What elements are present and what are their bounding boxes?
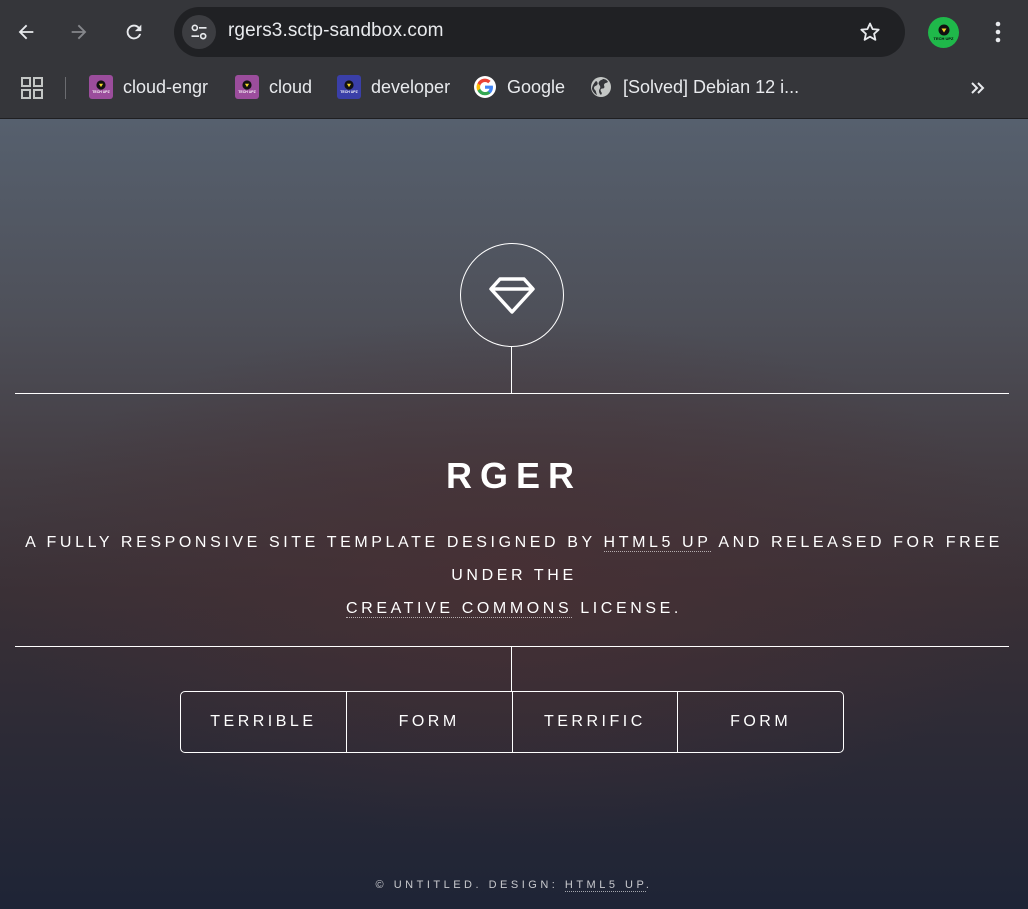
footer-suffix: . xyxy=(645,879,653,891)
bookmark-label: cloud xyxy=(269,76,313,97)
site-description: A fully responsive site template designe… xyxy=(0,526,1028,625)
site-title: RGER xyxy=(445,455,582,496)
page-body: RGER A fully responsive site template de… xyxy=(0,119,1028,909)
bookmark-debian[interactable]: [Solved] Debian 12 i... xyxy=(589,74,799,100)
back-button[interactable] xyxy=(8,14,44,50)
apps-grid-icon xyxy=(21,77,43,99)
apps-button[interactable] xyxy=(20,76,44,100)
favicon-badge-text: TECH UPZ xyxy=(238,90,256,94)
globe-icon xyxy=(591,77,611,97)
bookmark-label: [Solved] Debian 12 i... xyxy=(623,76,800,97)
nav-item-terrible[interactable]: TERRIBLE xyxy=(181,692,347,752)
bookmark-star-button[interactable] xyxy=(857,19,883,45)
reload-icon xyxy=(126,24,142,40)
star-icon xyxy=(860,22,880,41)
shield-logo-icon xyxy=(242,80,252,90)
connector-line xyxy=(511,646,512,691)
nav-item-form[interactable]: FORM xyxy=(347,692,513,752)
address-bar[interactable]: rgers3.sctp-sandbox.com xyxy=(174,7,905,57)
tune-icon xyxy=(191,24,207,40)
reload-button[interactable] xyxy=(116,14,152,50)
footer: © UNTITLED. DESIGN: HTML5 UP. xyxy=(0,879,1028,892)
creative-commons-link[interactable]: Creative Commons xyxy=(346,600,573,618)
divider-line-top xyxy=(15,393,1009,394)
kebab-menu-icon xyxy=(995,21,1001,43)
footer-copyright: © UNTITLED. DESIGN: xyxy=(375,879,565,891)
forward-button[interactable] xyxy=(61,14,97,50)
chevron-double-right-icon xyxy=(971,82,985,94)
arrow-right-icon xyxy=(71,24,87,40)
bookmark-label: Google xyxy=(507,76,566,97)
bookmark-cloud[interactable]: TECH UPZ cloud xyxy=(235,74,312,100)
google-icon xyxy=(474,76,496,98)
techupz-favicon-icon: TECH UPZ xyxy=(337,75,361,99)
diamond-icon xyxy=(489,277,535,314)
profile-avatar-button[interactable]: TECH UPZ xyxy=(928,17,959,48)
bookmarks-divider xyxy=(65,77,66,99)
more-bookmarks-button[interactable] xyxy=(966,76,990,100)
main-nav: TERRIBLE FORM TERRIFIC FORM xyxy=(180,691,844,753)
techupz-favicon-icon: TECH UPZ xyxy=(235,75,259,99)
bookmark-label: developer xyxy=(371,76,451,97)
arrow-left-icon xyxy=(18,24,34,40)
bookmark-cloud-engr[interactable]: TECH UPZ cloud-engr xyxy=(89,74,208,100)
shield-logo-icon xyxy=(344,80,354,90)
profile-badge-text: TECH UPZ xyxy=(933,36,954,41)
bookmarks-bar: TECH UPZ cloud-engr TECH UPZ cloud TECH … xyxy=(0,64,1028,119)
nav-item-terrific[interactable]: TERRIFIC xyxy=(513,692,679,752)
browser-menu-button[interactable] xyxy=(984,17,1012,47)
site-settings-button[interactable] xyxy=(182,15,216,49)
description-prefix: A fully responsive site template designe… xyxy=(25,534,604,551)
shield-logo-icon xyxy=(96,80,106,90)
html5up-link[interactable]: HTML5 UP xyxy=(603,534,712,552)
bookmark-developer[interactable]: TECH UPZ developer xyxy=(337,74,450,100)
logo-circle xyxy=(460,243,564,347)
shield-logo-icon xyxy=(938,24,949,36)
favicon-badge-text: TECH UPZ xyxy=(340,90,358,94)
url-text[interactable]: rgers3.sctp-sandbox.com xyxy=(228,20,444,42)
nav-item-form-2[interactable]: FORM xyxy=(678,692,843,752)
browser-toolbar: rgers3.sctp-sandbox.com TECH UPZ xyxy=(0,0,1028,64)
bookmark-google[interactable]: Google xyxy=(473,74,565,100)
favicon-badge-text: TECH UPZ xyxy=(92,90,110,94)
description-suffix: license. xyxy=(572,600,682,617)
divider-line-bottom xyxy=(15,646,1009,647)
bookmark-label: cloud-engr xyxy=(123,76,209,97)
techupz-favicon-icon: TECH UPZ xyxy=(89,75,113,99)
connector-line xyxy=(511,347,512,393)
footer-html5up-link[interactable]: HTML5 UP xyxy=(564,879,646,892)
